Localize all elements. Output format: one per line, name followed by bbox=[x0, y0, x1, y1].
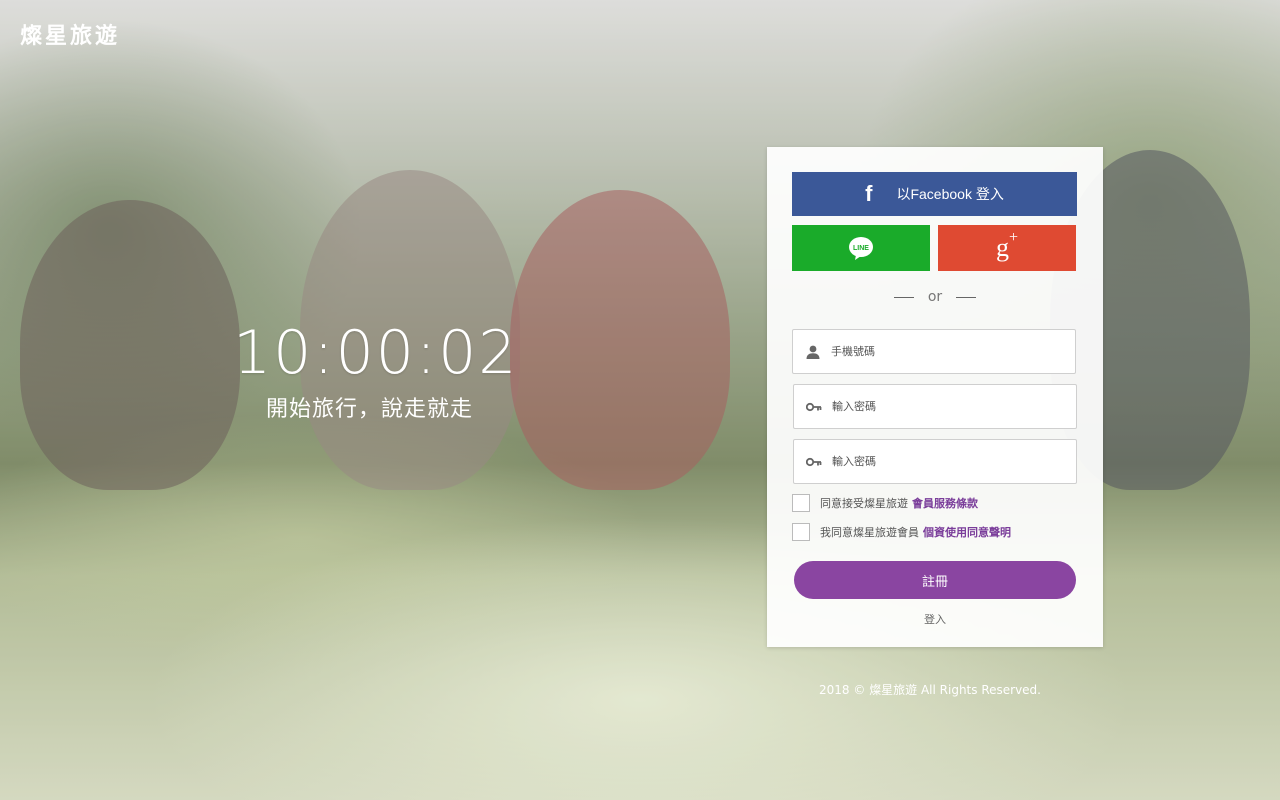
register-panel: f 以Facebook 登入 LINE g+ or 手機號碼 同意接受燦星旅遊 … bbox=[767, 147, 1103, 647]
privacy-checkbox[interactable] bbox=[792, 523, 810, 541]
privacy-link[interactable]: 個資使用同意聲明 bbox=[923, 524, 1011, 540]
terms-prefix: 同意接受燦星旅遊 bbox=[820, 497, 908, 510]
line-login-button[interactable]: LINE bbox=[792, 225, 930, 271]
facebook-login-button[interactable]: f 以Facebook 登入 bbox=[792, 172, 1077, 216]
password-input[interactable] bbox=[832, 400, 1062, 413]
password-confirm-input[interactable] bbox=[832, 455, 1062, 468]
divider-line bbox=[893, 296, 914, 298]
hero-tagline: 開始旅行，說走就走 bbox=[266, 397, 474, 422]
privacy-agreement: 我同意燦星旅遊會員 個資使用同意聲明 bbox=[792, 523, 1011, 541]
hero-clock: 10:00:02 bbox=[233, 318, 519, 388]
phone-field[interactable] bbox=[792, 329, 1076, 374]
copyright-footer: 2018 © 燦星旅遊 All Rights Reserved. bbox=[818, 683, 1041, 697]
password-field[interactable] bbox=[793, 384, 1077, 429]
line-icon: LINE bbox=[849, 237, 873, 260]
google-login-button[interactable]: g+ bbox=[938, 225, 1076, 271]
phone-input[interactable] bbox=[831, 345, 1061, 358]
brand-logo[interactable]: 燦星旅遊 bbox=[20, 18, 120, 50]
login-link[interactable]: 登入 bbox=[767, 611, 1103, 627]
user-icon bbox=[795, 345, 831, 359]
password-confirm-field[interactable] bbox=[793, 439, 1077, 484]
facebook-icon: f bbox=[865, 181, 873, 206]
or-divider: or bbox=[767, 289, 1103, 305]
terms-agreement: 同意接受燦星旅遊 會員服務條款 bbox=[792, 494, 978, 512]
key-icon bbox=[796, 457, 832, 467]
divider-line bbox=[956, 296, 977, 298]
privacy-prefix: 我同意燦星旅遊會員 bbox=[820, 526, 919, 539]
line-badge-text: LINE bbox=[853, 245, 869, 252]
key-icon bbox=[796, 402, 832, 412]
terms-checkbox[interactable] bbox=[792, 494, 810, 512]
or-text: or bbox=[927, 289, 943, 305]
google-plus-icon: g+ bbox=[995, 229, 1019, 262]
facebook-login-label: 以Facebook 登入 bbox=[896, 186, 1004, 202]
register-button[interactable]: 註冊 bbox=[794, 561, 1076, 599]
terms-link[interactable]: 會員服務條款 bbox=[912, 495, 978, 511]
